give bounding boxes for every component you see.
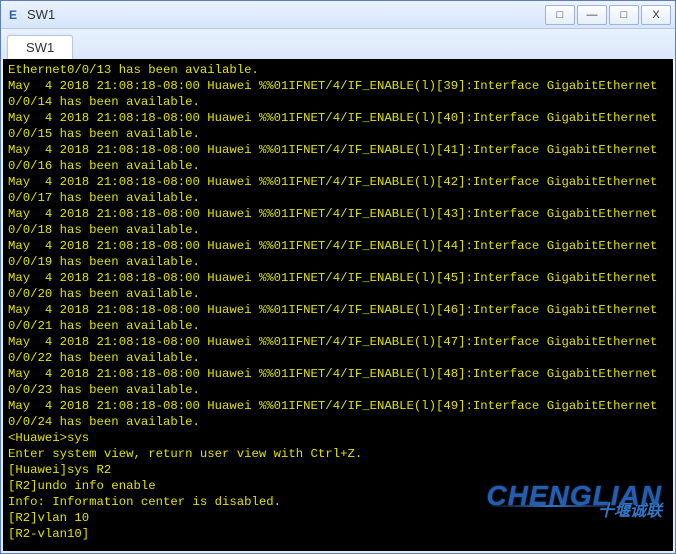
tab-sw1[interactable]: SW1 [7,35,73,59]
titlebar[interactable]: E SW1 □ — □ X [1,1,675,29]
window-title: SW1 [27,7,543,22]
minimize-button[interactable]: — [577,5,607,25]
options-button[interactable]: □ [545,5,575,25]
app-window: E SW1 □ — □ X SW1 Ethernet0/0/13 has bee… [0,0,676,554]
maximize-button[interactable]: □ [609,5,639,25]
app-icon: E [5,7,21,23]
terminal-output[interactable]: Ethernet0/0/13 has been available. May 4… [3,59,673,551]
tab-bar: SW1 [1,29,675,59]
window-controls: □ — □ X [543,5,671,25]
close-button[interactable]: X [641,5,671,25]
terminal-text: Ethernet0/0/13 has been available. May 4… [8,62,668,542]
